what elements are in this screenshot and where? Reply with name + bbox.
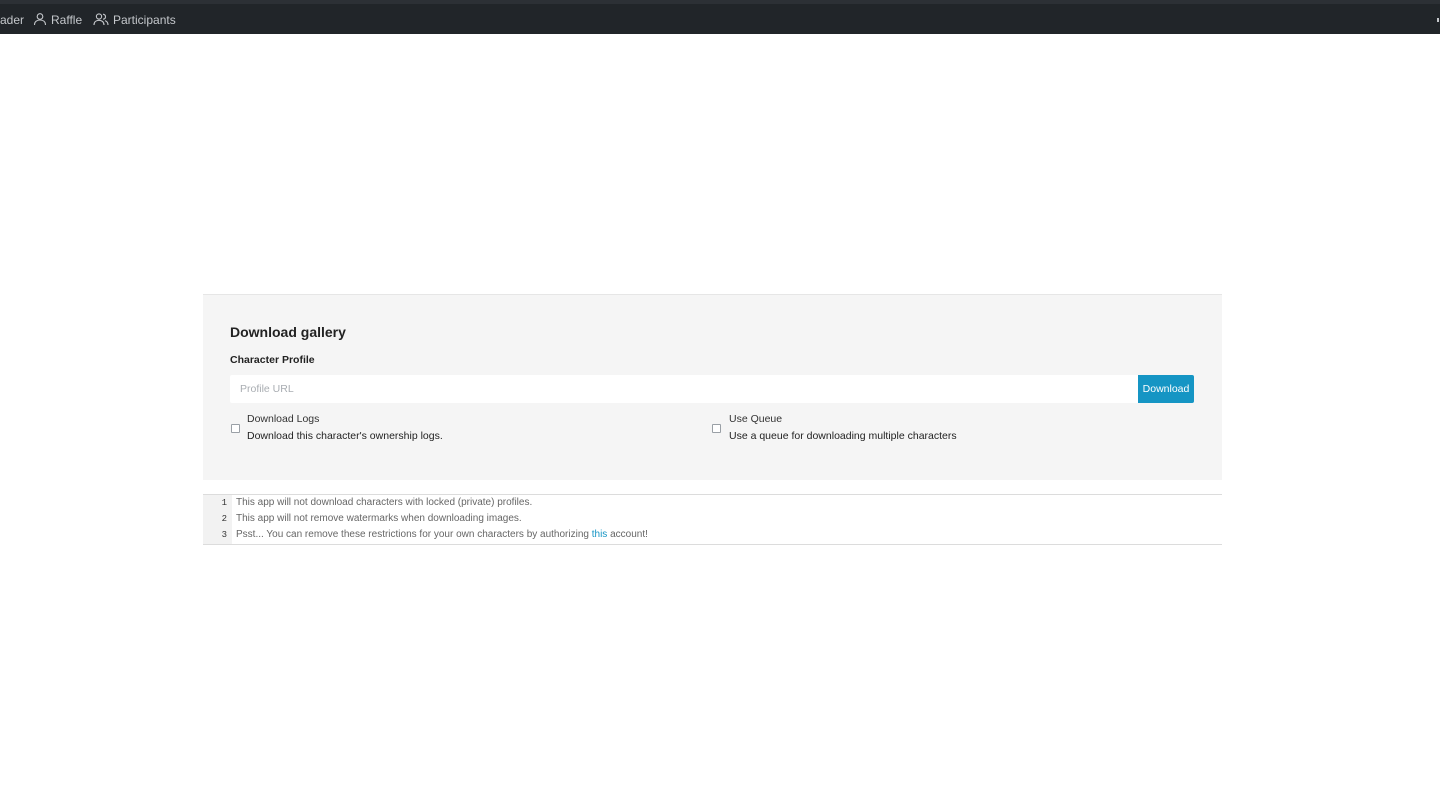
card-title: Download gallery — [230, 324, 346, 340]
note-text: Psst... You can remove these restriction… — [236, 527, 648, 543]
line-number: 2 — [221, 514, 227, 524]
list-item: 3 Psst... You can remove these restricti… — [203, 527, 1222, 543]
use-queue-description: Use a queue for downloading multiple cha… — [729, 430, 957, 442]
restrictions-notes: 1 This app will not download characters … — [203, 494, 1222, 545]
nav-item-participants[interactable]: Participants — [93, 11, 176, 29]
download-logs-checkbox[interactable] — [231, 424, 240, 433]
note-text: This app will not download characters wi… — [236, 497, 533, 508]
download-button[interactable]: Download — [1138, 375, 1194, 403]
nav-item-label: Participants — [113, 13, 176, 27]
download-gallery-card: Download gallery Character Profile Downl… — [203, 294, 1222, 480]
note-text: This app will not remove watermarks when… — [236, 513, 522, 524]
list-item: 1 This app will not download characters … — [203, 495, 1222, 511]
top-navbar: ader Raffle Participants — [0, 0, 1440, 34]
nav-item-label: Raffle — [51, 13, 83, 27]
user-icon — [33, 12, 51, 29]
character-profile-label: Character Profile — [230, 354, 315, 366]
nav-item-raffle[interactable]: Raffle — [33, 11, 82, 29]
line-number: 1 — [221, 498, 227, 508]
users-icon — [93, 12, 113, 29]
use-queue-label[interactable]: Use Queue — [729, 413, 782, 425]
note-text-before: Psst... You can remove these restriction… — [236, 529, 589, 540]
download-logs-description: Download this character's ownership logs… — [247, 430, 443, 442]
download-logs-label[interactable]: Download Logs — [247, 413, 319, 425]
list-item: 2 This app will not remove watermarks wh… — [203, 511, 1222, 527]
note-text-after: account! — [610, 529, 648, 540]
profile-url-input[interactable] — [230, 375, 1138, 403]
line-number: 3 — [221, 530, 227, 540]
nav-item-loader[interactable]: ader — [0, 11, 24, 29]
authorize-link[interactable]: this — [592, 529, 608, 540]
use-queue-checkbox[interactable] — [712, 424, 721, 433]
nav-item-label: ader — [0, 13, 25, 27]
